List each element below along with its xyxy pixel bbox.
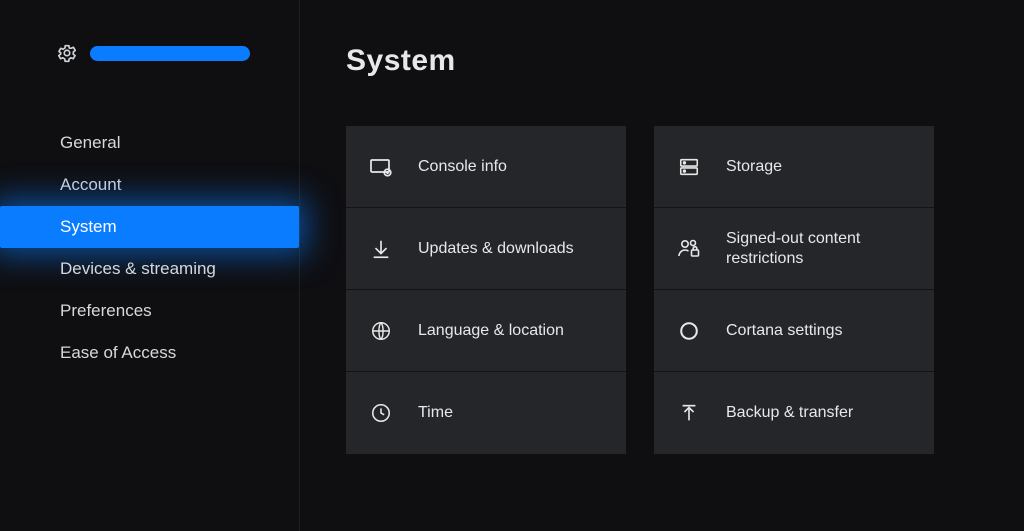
backup-icon <box>676 400 702 426</box>
sidebar-item-preferences[interactable]: Preferences <box>0 290 299 332</box>
tile-cortana-settings[interactable]: Cortana settings <box>654 290 934 372</box>
sidebar-item-system[interactable]: System <box>0 206 299 248</box>
tile-console-info[interactable]: Console info <box>346 126 626 208</box>
tile-language-location[interactable]: Language & location <box>346 290 626 372</box>
globe-icon <box>368 318 394 344</box>
tile-time[interactable]: Time <box>346 372 626 454</box>
sidebar-item-devices-streaming[interactable]: Devices & streaming <box>0 248 299 290</box>
sidebar-nav: General Account System Devices & streami… <box>0 122 299 374</box>
sidebar: General Account System Devices & streami… <box>0 0 300 531</box>
sidebar-item-label: Ease of Access <box>60 343 176 363</box>
cortana-icon <box>676 318 702 344</box>
page-title: System <box>346 44 984 78</box>
sidebar-item-account[interactable]: Account <box>0 164 299 206</box>
main-panel: System Console info <box>300 0 1024 531</box>
tile-storage[interactable]: Storage <box>654 126 934 208</box>
tile-label: Storage <box>726 157 782 177</box>
tile-label: Time <box>418 403 453 423</box>
app-root: General Account System Devices & streami… <box>0 0 1024 531</box>
sidebar-item-ease-of-access[interactable]: Ease of Access <box>0 332 299 374</box>
tile-backup-transfer[interactable]: Backup & transfer <box>654 372 934 454</box>
sidebar-item-label: System <box>60 217 117 237</box>
sidebar-item-label: Preferences <box>60 301 152 321</box>
tile-updates-downloads[interactable]: Updates & downloads <box>346 208 626 290</box>
tiles-column-left: Console info Updates & downloads <box>346 126 626 454</box>
tile-content-restrictions[interactable]: Signed-out content restrictions <box>654 208 934 290</box>
restrictions-icon <box>676 236 702 262</box>
sidebar-item-label: General <box>60 133 120 153</box>
tiles-column-right: Storage Signed-out content restrictions <box>654 126 934 454</box>
tile-label: Cortana settings <box>726 321 843 341</box>
tile-label: Updates & downloads <box>418 239 574 259</box>
tile-label: Console info <box>418 157 507 177</box>
sidebar-item-label: Account <box>60 175 121 195</box>
tile-label: Language & location <box>418 321 564 341</box>
settings-title-placeholder <box>90 46 250 61</box>
sidebar-item-general[interactable]: General <box>0 122 299 164</box>
sidebar-item-label: Devices & streaming <box>60 259 216 279</box>
console-info-icon <box>368 154 394 180</box>
tile-label: Signed-out content restrictions <box>726 229 896 269</box>
download-icon <box>368 236 394 262</box>
tile-label: Backup & transfer <box>726 403 853 423</box>
storage-icon <box>676 154 702 180</box>
sidebar-header <box>0 42 299 64</box>
clock-icon <box>368 400 394 426</box>
tiles-grid: Console info Updates & downloads <box>346 126 984 454</box>
gear-icon <box>56 42 78 64</box>
